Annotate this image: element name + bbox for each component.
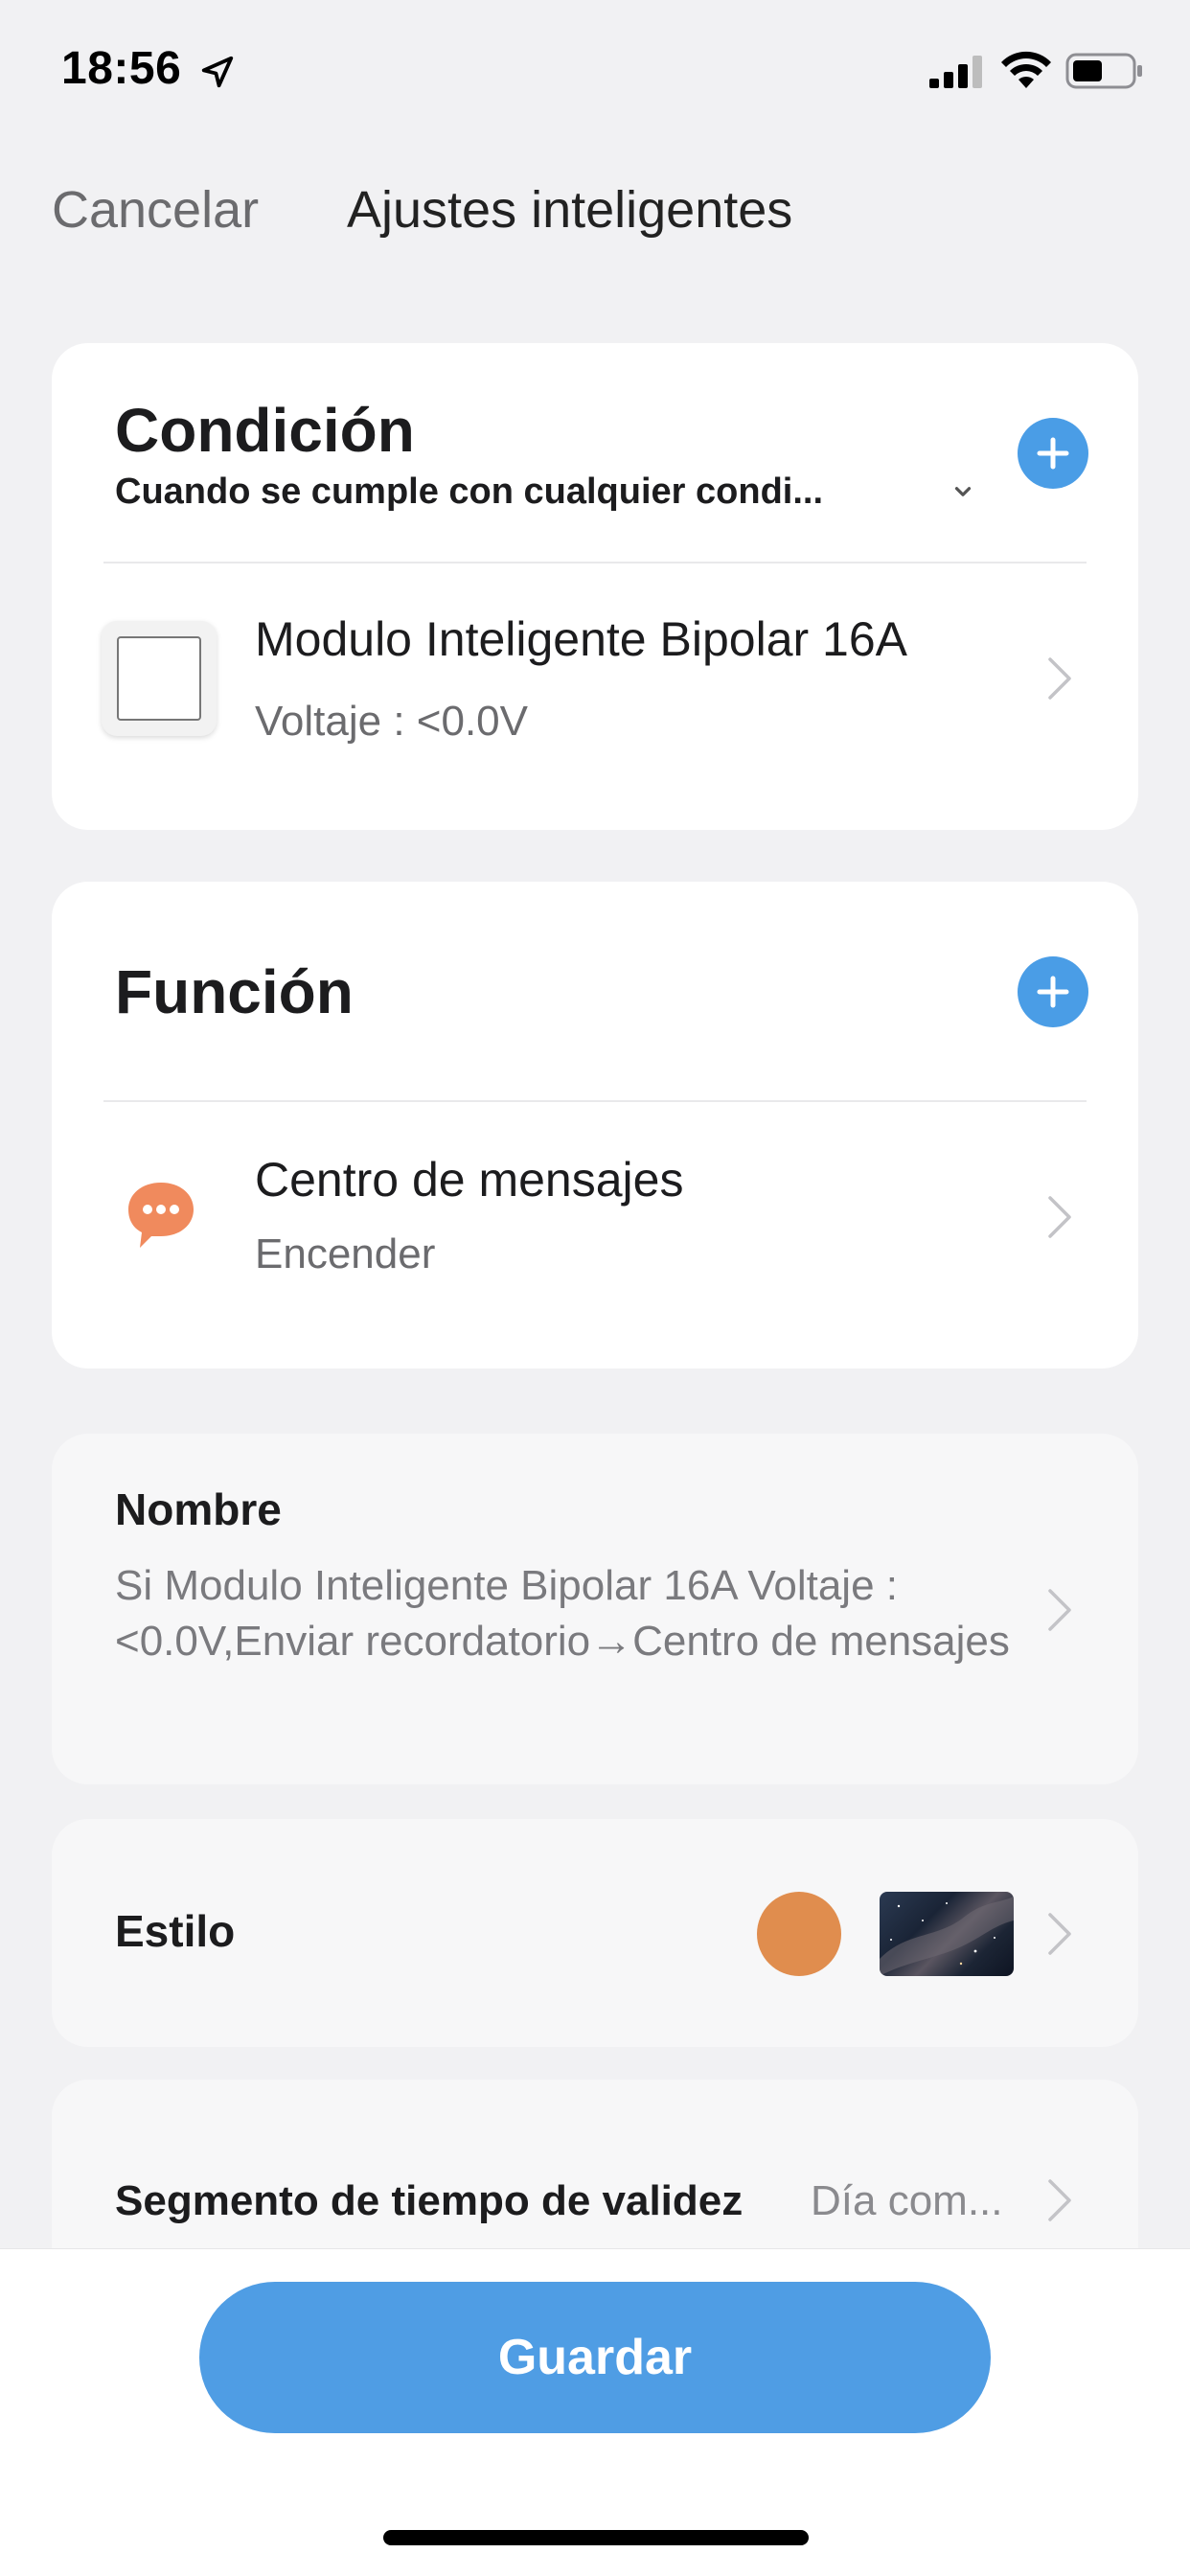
plus-icon xyxy=(1037,437,1069,470)
condition-mode-selector[interactable]: Cuando se cumple con cualquier condi... xyxy=(115,472,823,513)
message-bubble-icon xyxy=(128,1183,194,1248)
function-item-title: Centro de mensajes xyxy=(255,1153,684,1207)
condition-title: Condición xyxy=(115,396,415,465)
name-row[interactable]: Nombre Si Modulo Inteligente Bipolar 16A… xyxy=(52,1434,1138,1784)
name-label: Nombre xyxy=(115,1484,282,1534)
device-thumbnail-icon xyxy=(102,621,217,736)
function-card: Función Centro de mensajes Encender xyxy=(52,882,1138,1368)
condition-card: Condición Cuando se cumple con cualquier… xyxy=(52,343,1138,830)
name-value: Si Modulo Inteligente Bipolar 16A Voltaj… xyxy=(115,1562,1010,1665)
style-color-swatch xyxy=(757,1892,841,1976)
battery-icon xyxy=(1065,53,1142,89)
chevron-right-icon xyxy=(1048,1589,1071,1631)
plus-icon xyxy=(1037,976,1069,1008)
wifi-icon xyxy=(1001,51,1051,88)
chevron-right-icon xyxy=(1048,1196,1071,1238)
function-title: Función xyxy=(115,957,354,1026)
condition-item-title: Modulo Inteligente Bipolar 16A xyxy=(255,612,908,666)
chevron-right-icon xyxy=(1048,657,1071,700)
condition-item-subtitle: Voltaje : <0.0V xyxy=(255,698,528,745)
status-time: 18:56 xyxy=(61,43,182,94)
location-arrow-icon xyxy=(201,56,234,88)
validity-value: Día com... xyxy=(811,2177,1003,2224)
chevron-right-icon xyxy=(1048,2179,1071,2221)
style-label: Estilo xyxy=(115,1906,236,1956)
status-bar: 18:56 xyxy=(0,0,1190,144)
validity-label: Segmento de tiempo de validez xyxy=(115,2177,744,2224)
bottom-bar: Guardar xyxy=(0,2248,1190,2576)
chevron-down-icon[interactable] xyxy=(950,479,975,504)
home-indicator[interactable] xyxy=(383,2530,809,2545)
cancel-button[interactable]: Cancelar xyxy=(52,180,259,240)
divider xyxy=(103,562,1087,564)
add-function-button[interactable] xyxy=(1018,956,1088,1027)
style-background-image xyxy=(880,1892,1014,1976)
add-condition-button[interactable] xyxy=(1018,418,1088,489)
chevron-right-icon xyxy=(1048,1913,1071,1955)
function-item-subtitle: Encender xyxy=(255,1230,436,1277)
divider xyxy=(103,1100,1087,1102)
save-button[interactable]: Guardar xyxy=(199,2282,991,2433)
page-title: Ajustes inteligentes xyxy=(347,181,793,239)
style-row[interactable]: Estilo xyxy=(52,1819,1138,2047)
cellular-signal-icon xyxy=(929,56,982,88)
